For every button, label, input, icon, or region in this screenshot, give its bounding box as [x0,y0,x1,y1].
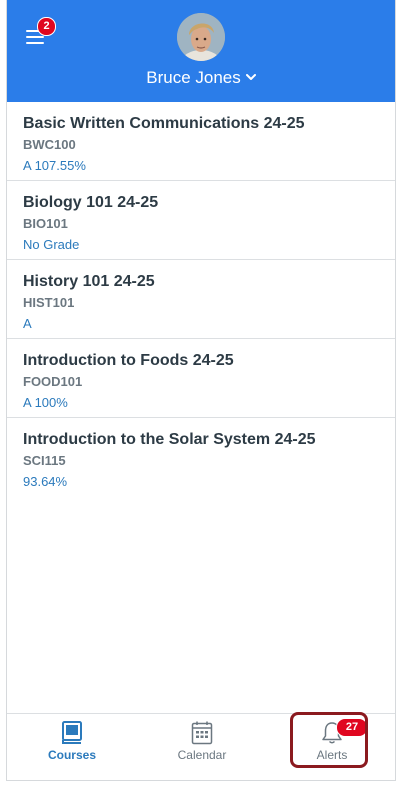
course-title: Biology 101 24-25 [23,194,159,211]
course-code: FOOD101 [23,374,83,389]
calendar-icon [190,720,214,746]
course-grade: 93.64% [23,474,68,489]
tab-alerts[interactable]: Alerts [267,714,395,780]
course-grade: A 100% [23,395,68,410]
app-screen: 2 Bruce Jones Basic Written Communicatio… [6,0,396,781]
course-code: HIST101 [23,295,75,310]
course-title: Basic Written Communications 24-25 [23,115,305,132]
course-card[interactable]: Introduction to Foods 24-25 FOOD101 A 10… [7,339,395,418]
user-name: Bruce Jones [146,68,241,87]
tab-label: Calendar [177,748,227,762]
tab-label: Alerts [316,748,348,762]
course-grade: A [23,316,32,331]
user-name-dropdown[interactable]: Bruce Jones [7,68,395,88]
course-card[interactable]: Introduction to the Solar System 24-25 S… [7,418,395,497]
avatar[interactable] [177,13,225,61]
chevron-down-icon [245,72,256,84]
hamburger-bar [26,42,44,44]
course-code: SCI115 [23,453,66,468]
courses-book-icon [60,720,84,746]
course-list: Basic Written Communications 24-25 BWC10… [7,102,395,497]
course-title: History 101 24-25 [23,273,155,290]
app-header: 2 Bruce Jones [7,0,395,102]
course-title: Introduction to Foods 24-25 [23,352,234,369]
course-code: BIO101 [23,216,68,231]
tab-label: Courses [47,748,97,762]
hamburger-bar [26,36,44,38]
tab-courses[interactable]: Courses [7,714,137,780]
course-title: Introduction to the Solar System 24-25 [23,431,316,448]
course-code: BWC100 [23,137,76,152]
course-grade: No Grade [23,237,80,252]
alerts-notification-badge: 27 [336,718,368,737]
course-card[interactable]: Basic Written Communications 24-25 BWC10… [7,102,395,181]
course-card[interactable]: Biology 101 24-25 BIO101 No Grade [7,181,395,260]
user-photo [177,13,225,61]
course-grade: A 107.55% [23,158,86,173]
tab-calendar[interactable]: Calendar [137,714,267,780]
course-card[interactable]: History 101 24-25 HIST101 A [7,260,395,339]
menu-notification-badge: 2 [37,17,56,36]
